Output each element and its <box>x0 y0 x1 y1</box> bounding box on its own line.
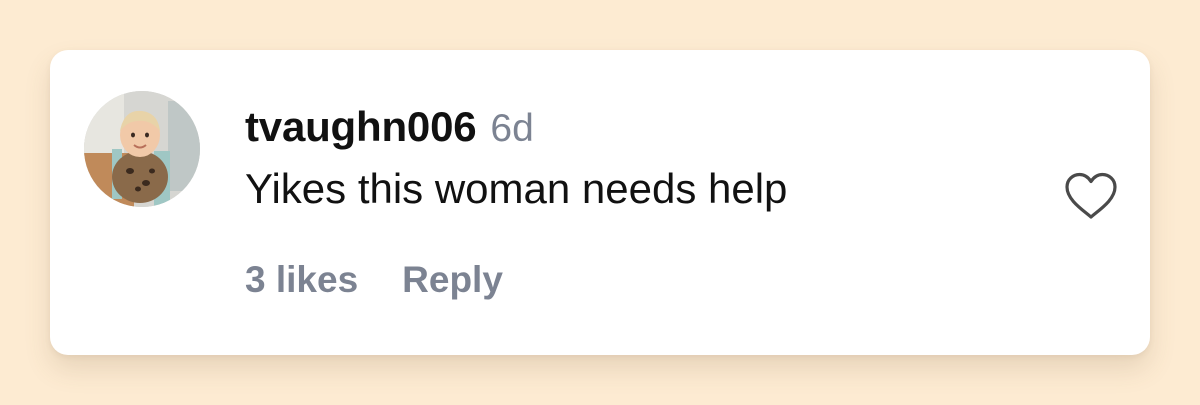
like-button[interactable] <box>1060 167 1122 225</box>
avatar[interactable] <box>84 91 200 207</box>
page: tvaughn006 6d Yikes this woman needs help… <box>0 0 1200 405</box>
likes-count-button[interactable]: 3 likes <box>245 259 358 300</box>
avatar-photo <box>84 91 200 207</box>
timestamp: 6d <box>490 107 534 150</box>
username[interactable]: tvaughn006 <box>245 103 477 150</box>
comment-actions: 3 likes Reply <box>245 255 503 305</box>
comment-header: tvaughn006 6d <box>245 102 534 152</box>
heart-outline-icon <box>1065 172 1117 219</box>
reply-button[interactable]: Reply <box>402 259 503 300</box>
comment-text: Yikes this woman needs help <box>245 165 788 212</box>
comment-card: tvaughn006 6d Yikes this woman needs help… <box>50 50 1150 355</box>
